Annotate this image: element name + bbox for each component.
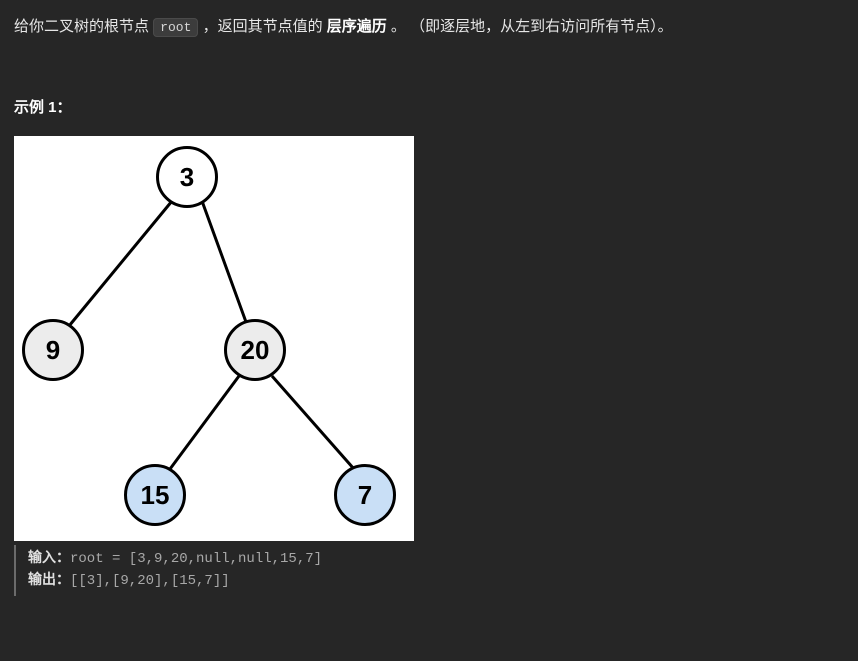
example-code-block: 输入：root = [3,9,20,null,null,15,7] 输出：[[3…: [14, 545, 844, 596]
edge: [69, 201, 172, 326]
node-label: 15: [141, 473, 170, 517]
output-label: 输出：: [28, 573, 70, 589]
root-code: root: [153, 18, 198, 37]
desc-bold: 层序遍历: [327, 18, 387, 35]
edge: [202, 201, 246, 322]
node-label: 9: [46, 328, 60, 372]
node-label: 3: [180, 155, 194, 199]
tree-diagram: 3 9 20 15 7: [14, 136, 414, 541]
input-label: 输入：: [28, 551, 70, 567]
tree-node: 20: [224, 319, 286, 381]
tree-node: 7: [334, 464, 396, 526]
input-value: root = [3,9,20,null,null,15,7]: [70, 551, 322, 567]
edge: [170, 376, 239, 469]
tree-node: 9: [22, 319, 84, 381]
node-label: 7: [358, 473, 372, 517]
example-heading: 示例 1：: [14, 95, 844, 121]
edge: [272, 376, 354, 469]
output-value: [[3],[9,20],[15,7]]: [70, 573, 230, 589]
tree-node: 15: [124, 464, 186, 526]
tree-node: 3: [156, 146, 218, 208]
desc-pre: 给你二叉树的根节点: [14, 18, 153, 35]
node-label: 20: [241, 328, 270, 372]
desc-mid: ，返回其节点值的: [203, 18, 327, 35]
problem-description: 给你二叉树的根节点 root ，返回其节点值的 层序遍历 。 （即逐层地，从左到…: [14, 14, 844, 40]
desc-post: 。 （即逐层地，从左到右访问所有节点）。: [391, 18, 673, 35]
